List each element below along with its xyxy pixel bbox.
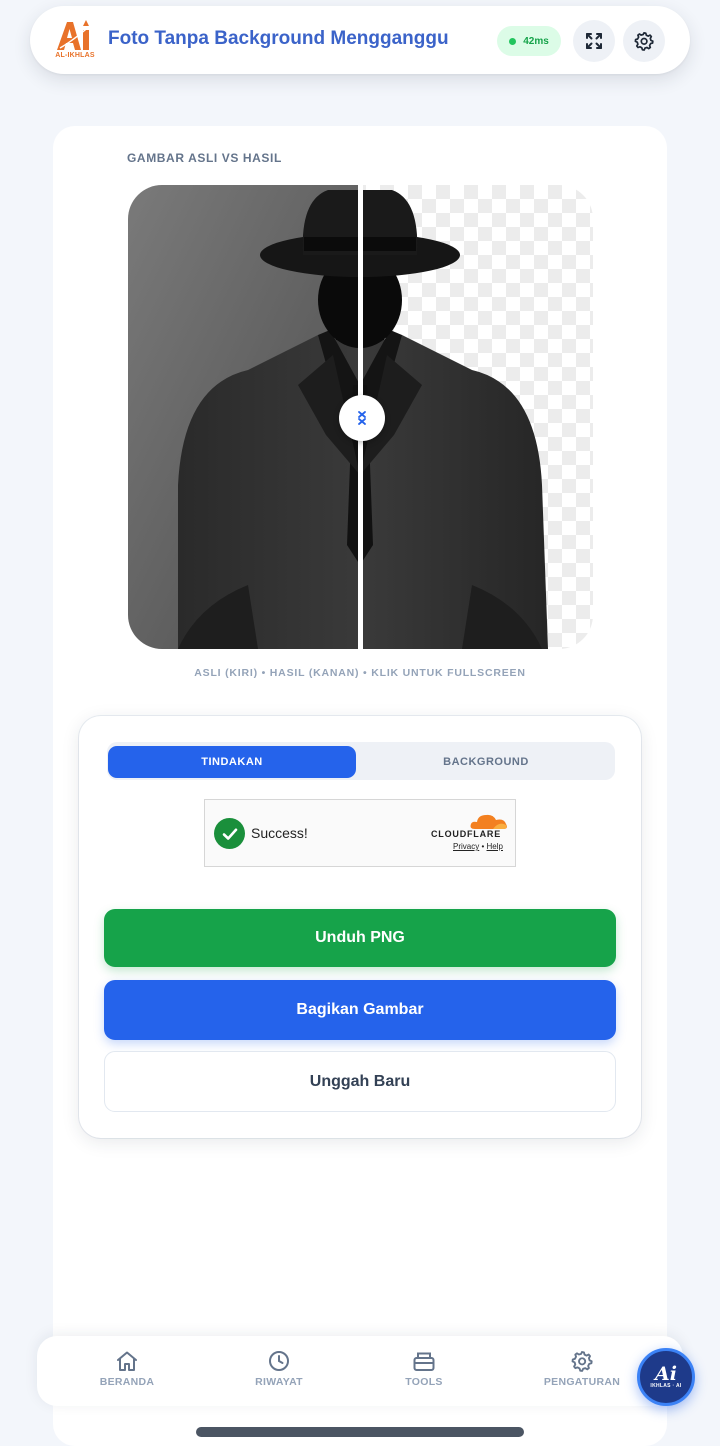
bottom-nav: BERANDA RIWAYAT TOOLS PENGATURAN [37, 1336, 683, 1406]
main-card: GAMBAR ASLI VS HASIL ASLI (KIRI) • HASIL… [53, 126, 667, 1446]
home-indicator [196, 1427, 524, 1437]
latency-badge: 42ms [497, 26, 561, 56]
assistant-fab[interactable]: Ai IKHLAS · AI [637, 1348, 695, 1406]
tab-bar: TINDAKAN BACKGROUND [107, 742, 615, 780]
logo-text: AL-IKHLAS [55, 52, 95, 59]
link-separator: • [481, 842, 485, 851]
logo-mark [57, 20, 93, 50]
check-circle-icon [214, 818, 245, 849]
page-title: Foto Tanpa Background Mengganggu [108, 28, 449, 49]
comparison-caption: ASLI (KIRI) • HASIL (KANAN) • KLIK UNTUK… [194, 667, 526, 679]
toolbox-icon [413, 1352, 435, 1371]
nav-item-pengaturan[interactable]: PENGATURAN [527, 1350, 637, 1388]
privacy-link[interactable]: Privacy [453, 842, 479, 851]
cloudflare-brand: CLOUDFLARE [431, 829, 501, 839]
compare-handle[interactable] [339, 395, 385, 441]
gear-icon [634, 31, 654, 51]
captcha-widget[interactable]: Success! CLOUDFLARE Privacy • Help [204, 799, 516, 867]
download-png-button[interactable]: Unduh PNG [104, 909, 616, 967]
tab-tindakan[interactable]: TINDAKAN [108, 746, 356, 778]
help-link[interactable]: Help [487, 842, 503, 851]
nav-item-beranda[interactable]: BERANDA [72, 1350, 182, 1388]
upload-new-button[interactable]: Unggah Baru [104, 1051, 616, 1112]
share-image-button[interactable]: Bagikan Gambar [104, 980, 616, 1040]
clock-icon [269, 1351, 289, 1371]
app-logo[interactable]: AL-IKHLAS [54, 18, 96, 64]
gear-icon [571, 1351, 593, 1372]
nav-label: BERANDA [99, 1376, 155, 1388]
fullscreen-button[interactable] [573, 20, 615, 62]
fab-logo: Ai [655, 1363, 677, 1385]
captcha-status: Success! [251, 825, 308, 841]
swap-arrows-icon [358, 411, 366, 425]
comparison-viewer[interactable] [128, 185, 593, 649]
home-icon [117, 1351, 137, 1371]
nav-label: TOOLS [405, 1376, 443, 1388]
nav-item-riwayat[interactable]: RIWAYAT [224, 1350, 334, 1388]
tab-background[interactable]: BACKGROUND [361, 746, 611, 778]
actions-panel: TINDAKAN BACKGROUND Success! CLOUDFLARE … [79, 716, 641, 1138]
settings-button[interactable] [623, 20, 665, 62]
status-dot [509, 37, 517, 45]
expand-icon [586, 33, 602, 49]
nav-label: RIWAYAT [255, 1376, 303, 1388]
nav-label: PENGATURAN [543, 1376, 621, 1388]
latency-value: 42ms [523, 35, 549, 47]
nav-item-tools[interactable]: TOOLS [369, 1350, 479, 1388]
fab-label: IKHLAS · AI [650, 1383, 682, 1389]
captcha-links: Privacy • Help [453, 842, 503, 851]
app-header: AL-IKHLAS Foto Tanpa Background Menggang… [30, 6, 690, 74]
cloud-icon [470, 814, 507, 829]
comparison-label: GAMBAR ASLI VS HASIL [127, 151, 282, 165]
